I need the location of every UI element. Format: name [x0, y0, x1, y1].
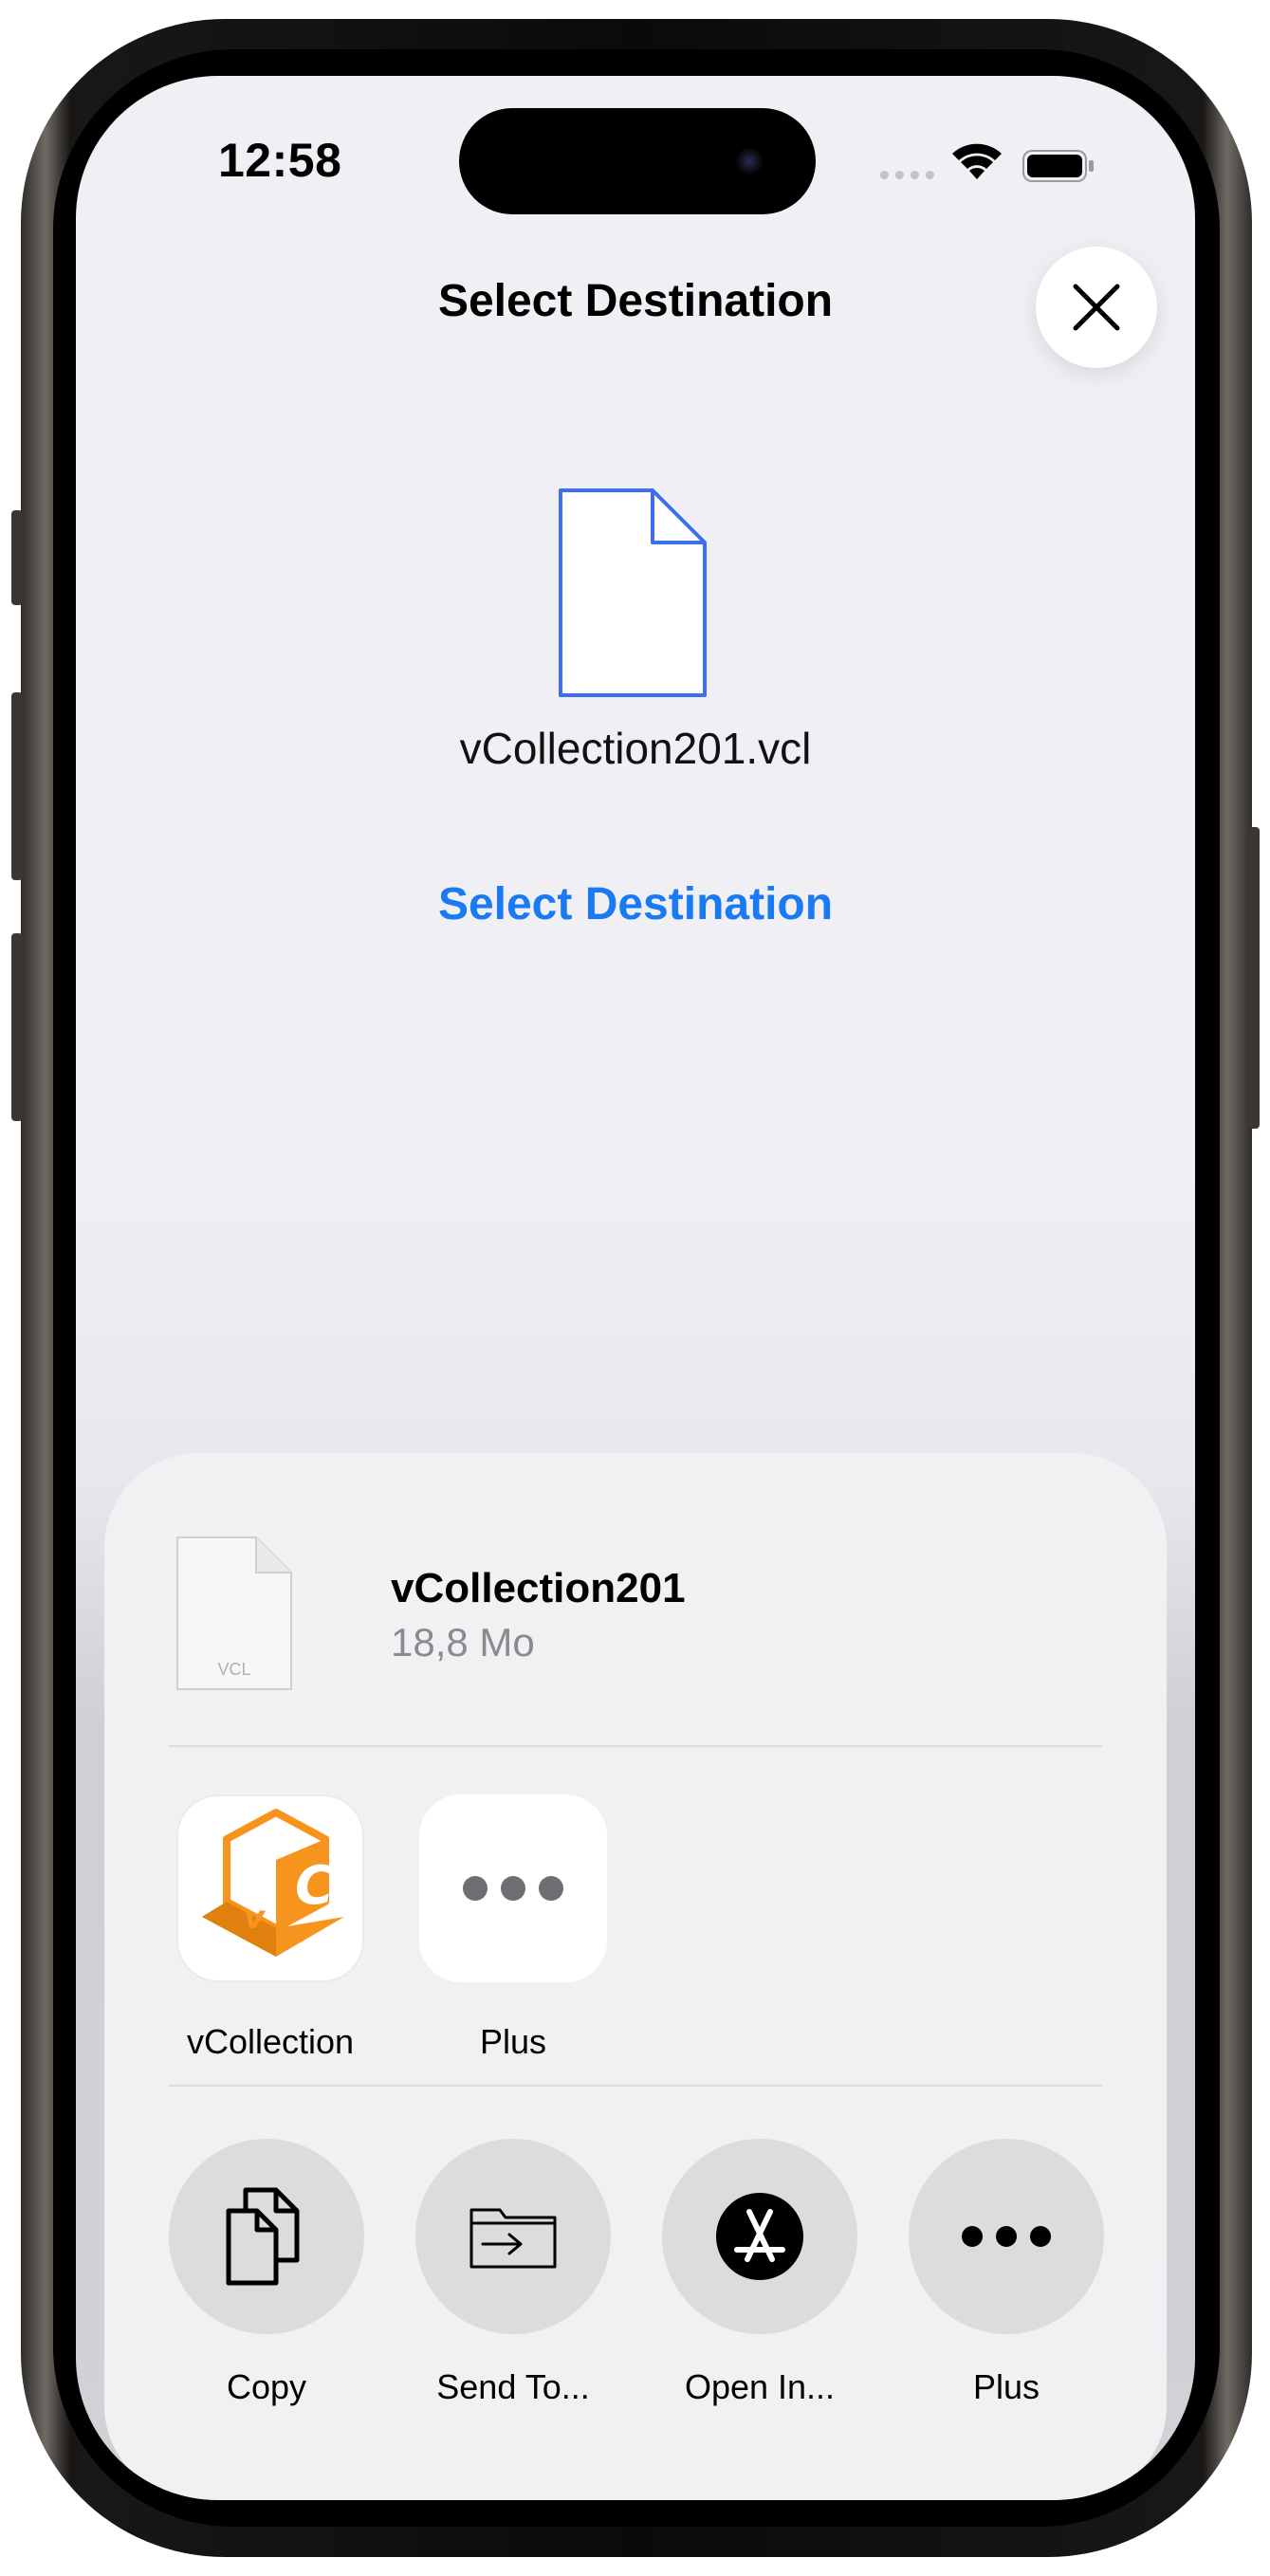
app-more-label: Plus [479, 2022, 547, 2061]
more-icon [463, 1876, 563, 1901]
action-copy[interactable] [169, 2139, 364, 2334]
dynamic-island [459, 108, 816, 214]
document-thumbnail-label: VCL [217, 1660, 251, 1679]
send-to-folder-icon [469, 2208, 557, 2269]
close-button[interactable] [1036, 247, 1157, 368]
power-button [1248, 827, 1260, 1129]
svg-text:v: v [244, 1899, 267, 1937]
action-send-to[interactable] [415, 2139, 611, 2334]
action-more[interactable] [909, 2139, 1104, 2334]
vcollection-app-icon: C v [202, 1809, 344, 1957]
share-divider [169, 2085, 1102, 2087]
action-open-in[interactable] [662, 2139, 857, 2334]
app-more[interactable] [419, 1794, 607, 1982]
screen: 12:58 Select Destination vCollection201.… [76, 76, 1195, 2500]
volume-down-button [11, 933, 23, 1121]
svg-text:C: C [295, 1855, 334, 1917]
action-open-in-label: Open In... [684, 2367, 836, 2406]
more-icon [962, 2226, 1051, 2247]
share-divider [169, 1745, 1102, 1747]
wifi-icon [952, 143, 1002, 179]
action-send-to-label: Send To... [436, 2367, 590, 2406]
file-name: vCollection201.vcl [459, 724, 812, 773]
action-more-label: Plus [972, 2367, 1040, 2406]
app-store-icon [716, 2193, 803, 2280]
document-icon [559, 488, 707, 697]
cellular-signal-icon [880, 171, 934, 179]
app-vcollection-label: vCollection [186, 2022, 355, 2061]
share-document-name: vCollection201 [391, 1565, 686, 1611]
share-document-size: 18,8 Mo [391, 1620, 535, 1665]
battery-icon [1022, 150, 1094, 182]
app-vcollection[interactable]: C v [176, 1794, 364, 1982]
action-button [11, 510, 23, 605]
volume-up-button [11, 692, 23, 880]
camera-icon [736, 148, 763, 175]
page-title: Select Destination [437, 276, 834, 326]
copy-icon [226, 2187, 300, 2286]
status-time: 12:58 [218, 134, 342, 187]
select-destination-button[interactable]: Select Destination [76, 878, 1195, 930]
close-icon [1073, 284, 1120, 331]
action-copy-label: Copy [226, 2367, 307, 2406]
